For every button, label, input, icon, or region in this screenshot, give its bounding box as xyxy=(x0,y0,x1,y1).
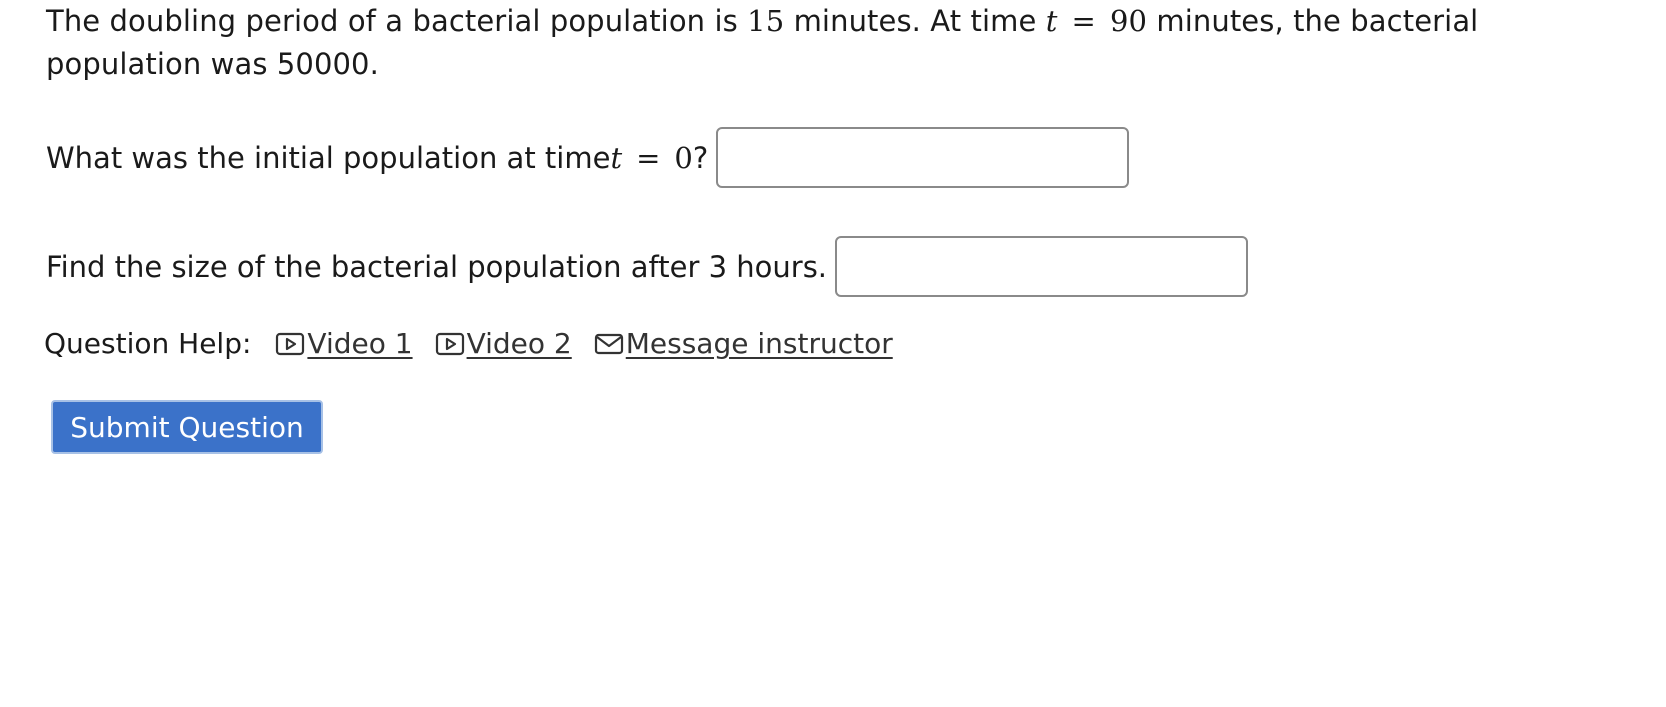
envelope-icon xyxy=(594,331,624,357)
initial-population-input[interactable] xyxy=(716,127,1130,188)
population-after-3-hours-input[interactable] xyxy=(835,236,1249,297)
q2-label: Find the size of the bacterial populatio… xyxy=(46,249,828,284)
question-help-label: Question Help: xyxy=(44,327,252,360)
video-1-label: Video 1 xyxy=(307,327,413,360)
time-value: 90 xyxy=(1109,4,1148,38)
video-1-link[interactable]: Video 1 xyxy=(275,327,413,360)
doubling-period-value: 15 xyxy=(747,4,785,38)
equals-sign: = xyxy=(1071,4,1096,38)
population-after-3-hours-question: Find the size of the bacterial populatio… xyxy=(46,236,1249,297)
video-2-link[interactable]: Video 2 xyxy=(435,327,572,360)
question-help: Question Help: Video 1 Video 2 Message i… xyxy=(44,327,915,360)
video-icon xyxy=(275,331,305,357)
question-intro: The doubling period of a bacterial popul… xyxy=(46,0,1506,86)
intro-text-part1: The doubling period of a bacterial popul… xyxy=(46,4,748,38)
submit-question-button[interactable]: Submit Question xyxy=(51,400,323,454)
intro-text-part2: minutes. At time xyxy=(784,4,1046,38)
q1-equals-sign: = xyxy=(636,140,661,175)
q1-suffix: ? xyxy=(692,140,709,175)
message-instructor-label: Message instructor xyxy=(625,327,893,360)
time-variable: t xyxy=(1045,4,1058,38)
q1-prefix: What was the initial population at time xyxy=(46,140,611,175)
q1-time-value: 0 xyxy=(674,140,693,175)
q1-time-variable: t xyxy=(610,140,623,175)
video-2-label: Video 2 xyxy=(466,327,572,360)
video-icon xyxy=(435,331,465,357)
initial-population-question: What was the initial population at time … xyxy=(46,127,1130,188)
message-instructor-link[interactable]: Message instructor xyxy=(594,327,893,360)
